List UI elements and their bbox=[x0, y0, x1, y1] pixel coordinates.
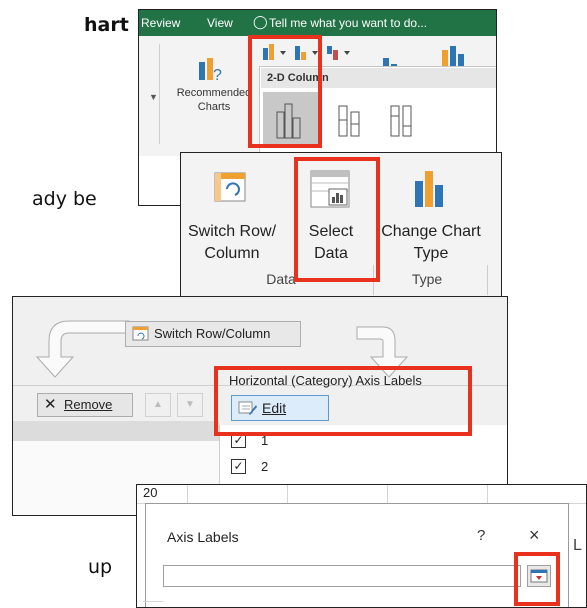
highlight-select-data bbox=[294, 157, 380, 282]
grid-line bbox=[187, 485, 188, 503]
lightbulb-icon: ◯ bbox=[253, 14, 268, 29]
grid-line bbox=[387, 485, 388, 503]
highlight-collapse-button bbox=[514, 552, 560, 606]
highlight-column-dropdown bbox=[248, 35, 322, 148]
close-button[interactable]: × bbox=[529, 525, 540, 546]
group-label-type: Type bbox=[411, 271, 443, 287]
background-text-fragment: up bbox=[88, 556, 113, 578]
background-text-fragment: ady be bbox=[32, 188, 97, 210]
recommended-charts-label[interactable]: Recommended Charts bbox=[169, 86, 259, 114]
dialog-title: Axis Labels bbox=[167, 529, 239, 545]
move-up-button[interactable]: ▲ bbox=[145, 393, 171, 417]
switch-row-column-icon bbox=[214, 172, 246, 202]
help-button[interactable]: ? bbox=[477, 527, 485, 544]
highlight-edit-button bbox=[214, 366, 472, 436]
100-stacked-column-icon[interactable] bbox=[377, 92, 427, 146]
axis-label-range-input[interactable] bbox=[163, 565, 521, 587]
tab-view[interactable]: View bbox=[207, 16, 233, 30]
side-fragment: L bbox=[573, 537, 582, 554]
grid-line bbox=[287, 485, 288, 503]
group-separator bbox=[487, 265, 488, 295]
series-list bbox=[13, 421, 219, 441]
dialog-frame bbox=[145, 503, 569, 607]
row-header-partial bbox=[143, 601, 163, 607]
waterfall-chart-icon[interactable] bbox=[325, 42, 353, 62]
switch-icon bbox=[132, 326, 149, 341]
collapse-arrow-icon[interactable]: ▼ bbox=[149, 92, 158, 102]
stacked-column-icon[interactable] bbox=[325, 92, 375, 146]
switch-row-column-label: Switch Row/Column bbox=[154, 326, 271, 341]
grid-line bbox=[487, 485, 488, 503]
recommended-charts-icon[interactable]: ? bbox=[195, 54, 225, 84]
remove-x-icon: ✕ bbox=[44, 396, 57, 413]
axis-label-value: 2 bbox=[261, 459, 269, 474]
svg-text:?: ? bbox=[213, 67, 222, 84]
tell-me-search[interactable]: Tell me what you want to do... bbox=[269, 16, 427, 30]
remove-label: Remove bbox=[64, 397, 113, 412]
switch-row-column-dialog-button[interactable]: Switch Row/Column bbox=[125, 321, 301, 347]
change-chart-type-button[interactable]: Change Chart Type bbox=[381, 221, 481, 265]
switch-row-column-button[interactable]: Switch Row/ Column bbox=[183, 221, 281, 265]
move-down-button[interactable]: ▼ bbox=[177, 393, 203, 417]
change-chart-type-icon bbox=[415, 171, 443, 207]
ribbon-tab-bar: Review View ◯ Tell me what you want to d… bbox=[139, 10, 496, 36]
checkbox-checked[interactable]: ✓ bbox=[231, 459, 246, 474]
remove-series-button[interactable]: ✕ Remove bbox=[37, 393, 133, 417]
spreadsheet-row-strip bbox=[137, 485, 586, 504]
separator bbox=[159, 44, 160, 144]
tab-review[interactable]: Review bbox=[141, 16, 180, 30]
swap-arrow-left-icon bbox=[35, 320, 130, 378]
row-header: 20 bbox=[143, 485, 158, 500]
background-heading-fragment: hart bbox=[84, 14, 129, 36]
